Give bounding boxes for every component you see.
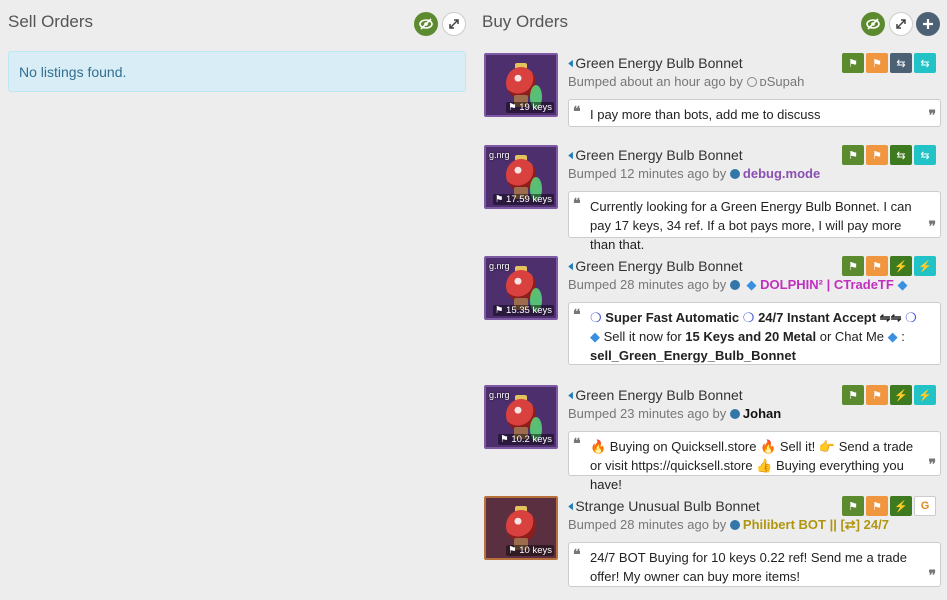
price-tag: ⚑ 10 keys: [506, 545, 554, 556]
bumped-text: Bumped 28 minutes ago by ◆ DOLPHIN² | CT…: [568, 277, 908, 292]
user-link[interactable]: Johan: [743, 406, 781, 421]
item-thumbnail[interactable]: g.nrg ⚑ 10.2 keys: [484, 385, 558, 449]
diamond-icon: ◆: [746, 277, 757, 292]
trade-icon[interactable]: ⇆: [890, 145, 912, 165]
quote-close-icon: ❞: [928, 568, 936, 584]
eye-slash-icon[interactable]: [414, 12, 438, 36]
listing-item: g.nrg ⚑ 10.2 keys 🢐 Green Energy Bulb Bon…: [484, 385, 942, 492]
buy-arrow-icon: 🢐: [568, 55, 574, 71]
sell-orders-title: Sell Orders: [8, 12, 94, 31]
flag-icon[interactable]: ⚑: [866, 256, 888, 276]
flag-icon[interactable]: ⚑: [866, 496, 888, 516]
status-icon: [746, 77, 757, 87]
quote-close-icon: ❞: [928, 457, 936, 473]
quote-close-icon: ❞: [928, 108, 936, 124]
item-thumbnail[interactable]: ⚑ 19 keys: [484, 53, 558, 117]
bumped-text: Bumped 28 minutes ago by Philibert BOT |…: [568, 517, 889, 532]
price-tag: ⚑ 19 keys: [506, 102, 554, 113]
listing-item: ⚑ 10 keys 🢐 Strange Unusual Bulb Bonnet ⚑…: [484, 496, 942, 587]
tag-icon[interactable]: ⚑: [842, 496, 864, 516]
expand-icon[interactable]: [889, 12, 913, 36]
trade-offer-icon[interactable]: ⇆: [914, 53, 936, 73]
quote-open-icon: ❝: [573, 307, 581, 323]
status-icon: [729, 520, 740, 530]
listing-item: g.nrg ⚑ 15.35 keys 🢐 Green Energy Bulb Bo…: [484, 256, 942, 365]
quote-open-icon: ❝: [573, 547, 581, 563]
user-link[interactable]: DOLPHIN² | CTradeTF: [760, 277, 894, 292]
g-logo-icon[interactable]: G: [914, 496, 936, 516]
tag-icon[interactable]: ⚑: [842, 385, 864, 405]
tag-icon[interactable]: ⚑: [842, 145, 864, 165]
action-buttons: ⚑ ⚑ ⚡ G: [842, 496, 936, 516]
cyclone-icon: ❍: [590, 310, 602, 325]
listing-message: ❝ ❍ Super Fast Automatic ❍ 24/7 Instant …: [568, 302, 941, 365]
listing-message: ❝ 🔥 Buying on Quicksell.store 🔥 Sell it!…: [568, 431, 941, 492]
instant-trade-icon[interactable]: ⚡: [914, 256, 936, 276]
lightning-icon[interactable]: ⚡: [890, 496, 912, 516]
tag-icon[interactable]: ⚑: [842, 256, 864, 276]
quote-close-icon: ❞: [928, 219, 936, 235]
expand-icon[interactable]: [442, 12, 466, 36]
listing-item: g.nrg ⚑ 17.59 keys 🢐 Green Energy Bulb Bo…: [484, 145, 942, 252]
quote-open-icon: ❝: [573, 196, 581, 212]
item-thumbnail[interactable]: g.nrg ⚑ 17.59 keys: [484, 145, 558, 209]
flag-icon[interactable]: ⚑: [866, 385, 888, 405]
tag-icon[interactable]: ⚑: [842, 53, 864, 73]
trade-offer-icon[interactable]: ⇆: [914, 145, 936, 165]
user-link[interactable]: debug.mode: [743, 166, 820, 181]
flag-icon[interactable]: ⚑: [866, 145, 888, 165]
flag-icon[interactable]: ⚑: [866, 53, 888, 73]
quote-open-icon: ❝: [573, 104, 581, 120]
diamond-icon: ◆: [887, 329, 898, 344]
listing-message: ❝ I pay more than bots, add me to discus…: [568, 99, 941, 127]
buy-arrow-icon: 🢐: [568, 387, 574, 403]
status-icon: [729, 280, 740, 290]
buy-arrow-icon: 🢐: [568, 498, 574, 514]
item-thumbnail[interactable]: g.nrg ⚑ 15.35 keys: [484, 256, 558, 320]
no-listings-alert: No listings found.: [8, 51, 466, 92]
listing-item: ⚑ 19 keys 🢐 Green Energy Bulb Bonnet ⚑ ⚑ …: [484, 53, 942, 133]
listing-message: ❝ 24/7 BOT Buying for 10 keys 0.22 ref! …: [568, 542, 941, 587]
buy-orders-title: Buy Orders: [482, 12, 568, 31]
user-link[interactable]: ᴅSupah: [760, 74, 805, 89]
price-tag: ⚑ 10.2 keys: [498, 434, 554, 445]
status-icon: [729, 169, 740, 179]
status-icon: [729, 409, 740, 419]
action-buttons: ⚑ ⚑ ⚡ ⚡: [842, 256, 936, 276]
item-thumbnail[interactable]: ⚑ 10 keys: [484, 496, 558, 560]
buy-arrow-icon: 🢐: [568, 258, 574, 274]
user-link[interactable]: Philibert BOT || [⇄] 24/7: [743, 517, 889, 532]
add-listing-button[interactable]: [916, 12, 940, 36]
cyclone-icon: ❍: [905, 310, 917, 325]
bumped-text: Bumped 12 minutes ago by debug.mode: [568, 166, 821, 181]
instant-trade-icon[interactable]: ⚡: [914, 385, 936, 405]
bumped-text: Bumped 23 minutes ago by Johan: [568, 406, 782, 421]
lightning-icon[interactable]: ⚡: [890, 256, 912, 276]
eye-slash-icon[interactable]: [861, 12, 885, 36]
diamond-icon: ◆: [897, 277, 908, 292]
cyclone-icon: ❍: [742, 310, 755, 325]
listing-message: ❝ Currently looking for a Green Energy B…: [568, 191, 941, 252]
bumped-text: Bumped about an hour ago by ᴅSupah: [568, 74, 805, 89]
lightning-icon[interactable]: ⚡: [890, 385, 912, 405]
buy-arrow-icon: 🢐: [568, 147, 574, 163]
price-tag: ⚑ 17.59 keys: [492, 194, 554, 205]
diamond-icon: ◆: [590, 329, 600, 344]
trade-icon[interactable]: ⇆: [890, 53, 912, 73]
price-tag: ⚑ 15.35 keys: [492, 305, 554, 316]
action-buttons: ⚑ ⚑ ⚡ ⚡: [842, 385, 936, 405]
quote-open-icon: ❝: [573, 436, 581, 452]
action-buttons: ⚑ ⚑ ⇆ ⇆: [842, 145, 936, 165]
action-buttons: ⚑ ⚑ ⇆ ⇆: [842, 53, 936, 73]
